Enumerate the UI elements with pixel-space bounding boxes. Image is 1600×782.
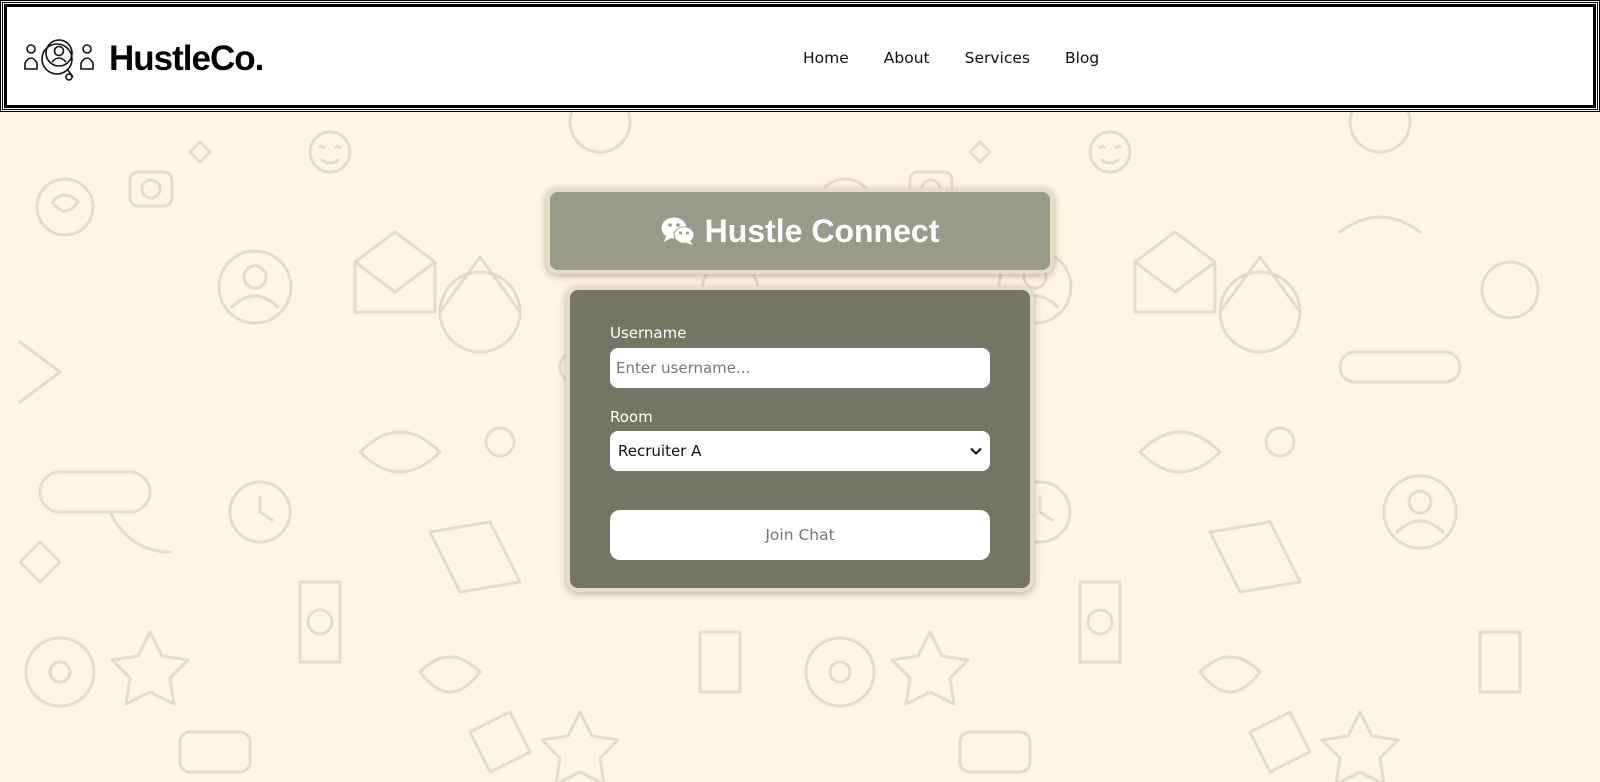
nav-link-home[interactable]: Home	[803, 49, 849, 67]
username-input[interactable]	[610, 348, 990, 388]
navbar: HustleCo. Home About Services Blog	[0, 0, 1600, 112]
brand-name: HustleCo.	[109, 39, 264, 78]
chat-header-card: Hustle Connect	[546, 188, 1054, 274]
brand[interactable]: HustleCo.	[23, 35, 264, 83]
nav-link-services[interactable]: Services	[965, 49, 1030, 67]
username-label: Username	[610, 324, 687, 342]
chat-header: Hustle Connect	[661, 212, 940, 250]
room-selected-value: Recruiter A	[618, 442, 702, 460]
room-select[interactable]: Recruiter A	[610, 431, 990, 471]
nav-links: Home About Services Blog	[803, 49, 1099, 67]
people-logo-icon	[24, 39, 94, 81]
chevron-down-icon	[970, 447, 982, 455]
room-label: Room	[610, 408, 653, 426]
chat-title: Hustle Connect	[704, 212, 940, 249]
wechat-icon	[661, 217, 695, 245]
join-form-card: Username Room Recruiter A Join Chat	[566, 286, 1034, 592]
join-chat-button[interactable]: Join Chat	[610, 510, 990, 560]
nav-link-about[interactable]: About	[884, 49, 930, 67]
nav-link-blog[interactable]: Blog	[1065, 49, 1099, 67]
